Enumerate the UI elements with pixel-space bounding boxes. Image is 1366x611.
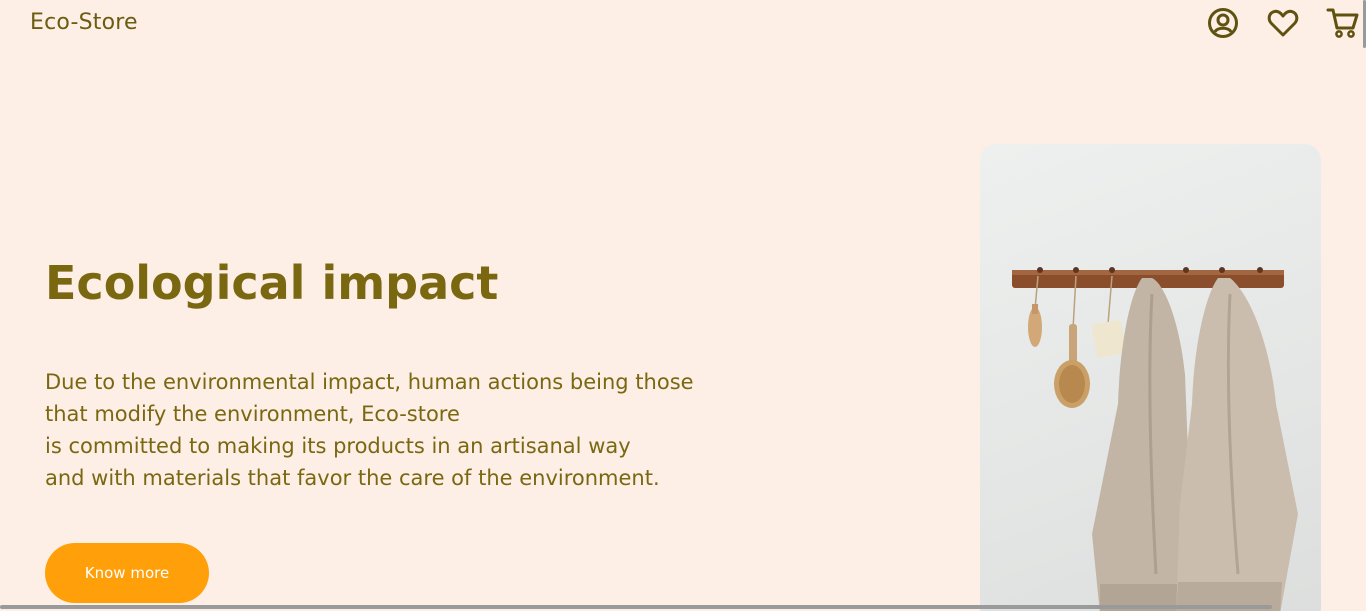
user-circle-icon[interactable]	[1206, 6, 1240, 40]
hero-image-towels-on-rack	[980, 144, 1321, 611]
hero-description: Due to the environmental impact, human a…	[45, 366, 694, 494]
header-icons	[1206, 6, 1360, 40]
hero-description-line: that modify the environment, Eco-store	[45, 402, 460, 426]
know-more-button[interactable]: Know more	[45, 543, 209, 603]
page: Eco-Store Ecological impact Due to the e…	[0, 0, 1366, 611]
hero-description-line: is committed to making its products in a…	[45, 434, 631, 458]
hero-description-line: Due to the environmental impact, human a…	[45, 370, 694, 394]
horizontal-scrollbar[interactable]	[0, 605, 1272, 609]
brand-logo[interactable]: Eco-Store	[30, 10, 138, 35]
heart-icon[interactable]	[1266, 6, 1300, 40]
cart-icon[interactable]	[1326, 6, 1360, 40]
hero-title: Ecological impact	[45, 256, 499, 310]
hero-description-line: and with materials that favor the care o…	[45, 466, 660, 490]
